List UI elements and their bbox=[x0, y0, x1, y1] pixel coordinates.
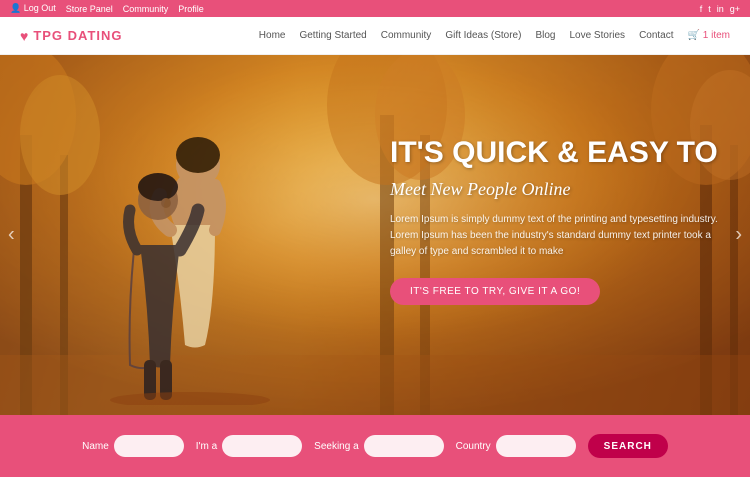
nav-gift-ideas[interactable]: Gift Ideas (Store) bbox=[445, 30, 521, 41]
twitter-icon[interactable]: t bbox=[708, 4, 711, 14]
name-group: Name bbox=[82, 435, 184, 457]
facebook-icon[interactable]: f bbox=[700, 4, 703, 14]
hero-body: Lorem Ipsum is simply dummy text of the … bbox=[390, 212, 720, 260]
hero-text-overlay: IT'S QUICK & EASY TO Meet New People Onl… bbox=[390, 135, 720, 305]
admin-link-store[interactable]: Store Panel bbox=[66, 4, 113, 14]
admin-link-logout[interactable]: 👤 Log Out bbox=[10, 3, 56, 14]
iam-select[interactable]: Man Woman bbox=[222, 435, 302, 457]
admin-links: 👤 Log Out Store Panel Community Profile bbox=[10, 3, 204, 14]
seeking-label: Seeking a bbox=[314, 441, 358, 452]
nav-home[interactable]: Home bbox=[259, 30, 286, 41]
cart-link[interactable]: 🛒 1 item bbox=[688, 30, 730, 41]
seeking-group: Seeking a Man Woman bbox=[314, 435, 443, 457]
admin-link-community[interactable]: Community bbox=[123, 4, 169, 14]
couple-image bbox=[40, 65, 340, 405]
nav-community[interactable]: Community bbox=[381, 30, 432, 41]
hero-subtitle: Meet New People Online bbox=[390, 179, 720, 200]
google-icon[interactable]: g+ bbox=[730, 4, 740, 14]
iam-group: I'm a Man Woman bbox=[196, 435, 302, 457]
hero-title: IT'S QUICK & EASY TO bbox=[390, 135, 720, 171]
nav-blog[interactable]: Blog bbox=[535, 30, 555, 41]
name-label: Name bbox=[82, 441, 109, 452]
nav-getting-started[interactable]: Getting Started bbox=[299, 30, 366, 41]
name-input[interactable] bbox=[114, 435, 184, 457]
carousel-arrow-right[interactable]: › bbox=[735, 224, 742, 247]
nav-contact[interactable]: Contact bbox=[639, 30, 673, 41]
social-icons: f t in g+ bbox=[700, 4, 740, 14]
country-select[interactable]: USA UK Australia bbox=[496, 435, 576, 457]
country-label: Country bbox=[456, 441, 491, 452]
admin-bar: 👤 Log Out Store Panel Community Profile … bbox=[0, 0, 750, 17]
country-group: Country USA UK Australia bbox=[456, 435, 576, 457]
search-strip: Name I'm a Man Woman Seeking a Man Woman… bbox=[0, 415, 750, 477]
instagram-icon[interactable]: in bbox=[717, 4, 724, 14]
admin-link-profile[interactable]: Profile bbox=[178, 4, 204, 14]
site-logo[interactable]: ♥ TPG DATING bbox=[20, 28, 123, 44]
carousel-arrow-left[interactable]: ‹ bbox=[8, 224, 15, 247]
seeking-select[interactable]: Man Woman bbox=[364, 435, 444, 457]
nav-love-stories[interactable]: Love Stories bbox=[569, 30, 625, 41]
logo-icon: ♥ bbox=[20, 28, 29, 44]
nav-links: Home Getting Started Community Gift Idea… bbox=[259, 30, 730, 41]
logo-text: TPG DATING bbox=[33, 28, 122, 43]
iam-label: I'm a bbox=[196, 441, 217, 452]
search-button[interactable]: SEARCH bbox=[588, 434, 668, 458]
hero-cta-button[interactable]: IT'S FREE TO TRY, GIVE IT A GO! bbox=[390, 278, 600, 305]
hero-section: ‹ › IT'S QUICK & EASY TO Meet New People… bbox=[0, 55, 750, 415]
navbar: ♥ TPG DATING Home Getting Started Commun… bbox=[0, 17, 750, 55]
